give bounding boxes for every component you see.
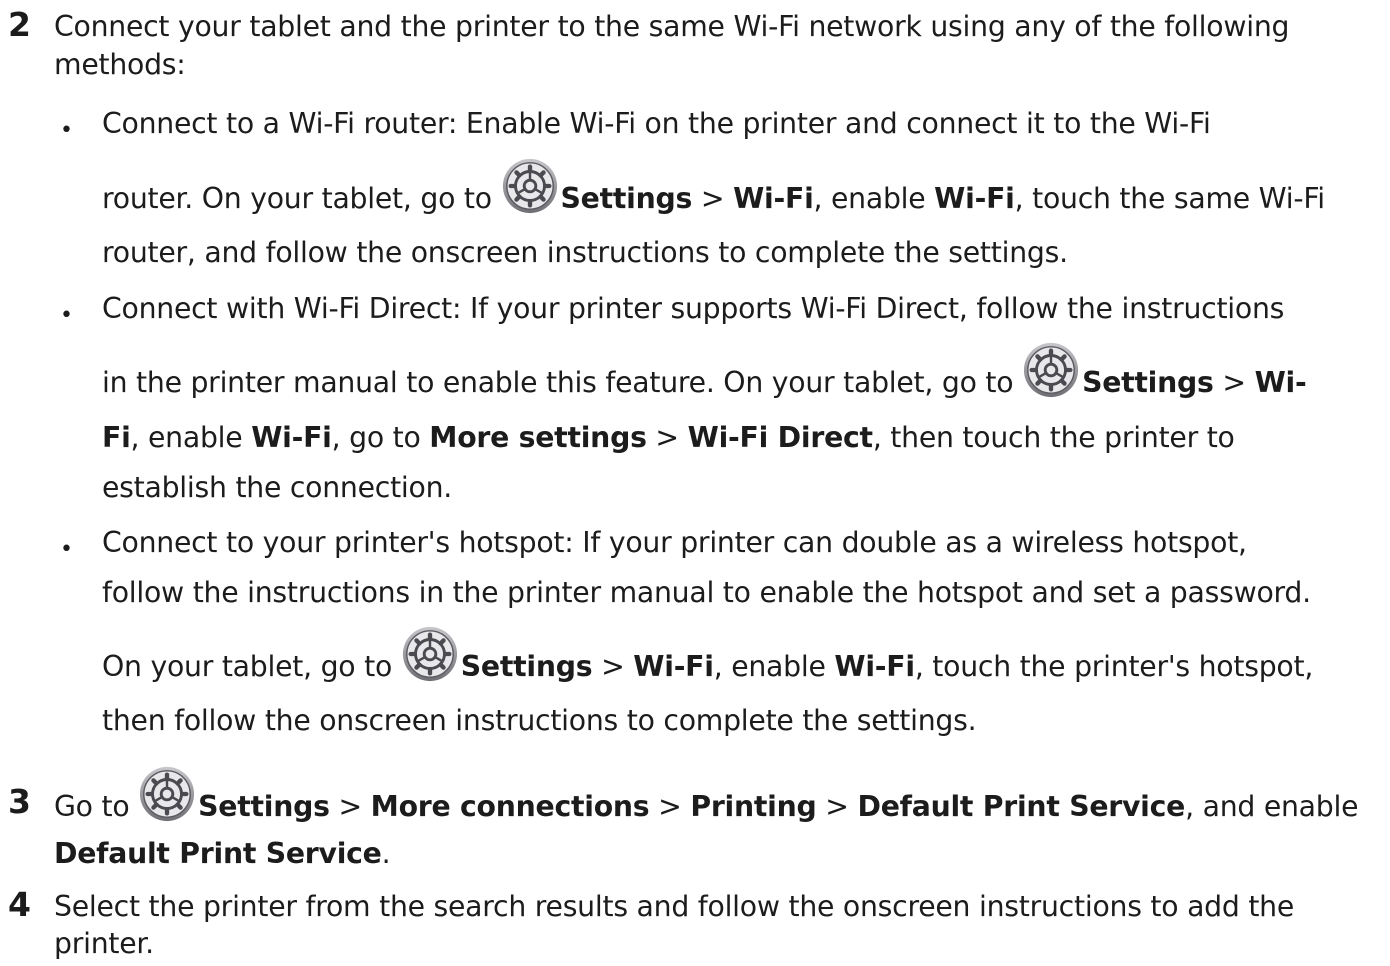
step-number: 2 bbox=[8, 5, 31, 44]
bullet-marker: • bbox=[60, 118, 73, 143]
settings-gear-icon bbox=[1022, 341, 1080, 399]
bullet-text: then follow the onscreen instructions to… bbox=[102, 704, 977, 737]
step-text: Go to Settings > More connections > Prin… bbox=[54, 765, 1359, 823]
bullet-text: router. On your tablet, go to Settings >… bbox=[102, 157, 1325, 215]
bullet-text: Fi, enable Wi-Fi, go to More settings > … bbox=[102, 421, 1235, 454]
bullet-text: Connect to your printer's hotspot: If yo… bbox=[102, 526, 1247, 559]
bullet-text: Connect to a Wi-Fi router: Enable Wi-Fi … bbox=[102, 107, 1211, 140]
bullet-marker: • bbox=[60, 537, 73, 562]
settings-gear-icon bbox=[138, 765, 196, 823]
settings-gear-icon bbox=[501, 157, 559, 215]
step-text: printer. bbox=[54, 927, 154, 960]
settings-gear-icon bbox=[401, 625, 459, 683]
step-text: Connect your tablet and the printer to t… bbox=[54, 10, 1290, 43]
step-number: 4 bbox=[8, 885, 31, 924]
bullet-marker: • bbox=[60, 303, 73, 328]
step-number: 3 bbox=[8, 782, 31, 821]
bullet-text: Connect with Wi-Fi Direct: If your print… bbox=[102, 292, 1285, 325]
step-text: methods: bbox=[54, 48, 186, 81]
bullet-text: On your tablet, go to Settings > Wi-Fi, … bbox=[102, 625, 1313, 683]
step-text: Default Print Service. bbox=[54, 837, 391, 870]
bullet-text: in the printer manual to enable this fea… bbox=[102, 341, 1307, 399]
bullet-text: establish the connection. bbox=[102, 471, 453, 504]
bullet-text: follow the instructions in the printer m… bbox=[102, 576, 1311, 609]
bullet-text: router, and follow the onscreen instruct… bbox=[102, 236, 1068, 269]
step-text: Select the printer from the search resul… bbox=[54, 890, 1295, 923]
